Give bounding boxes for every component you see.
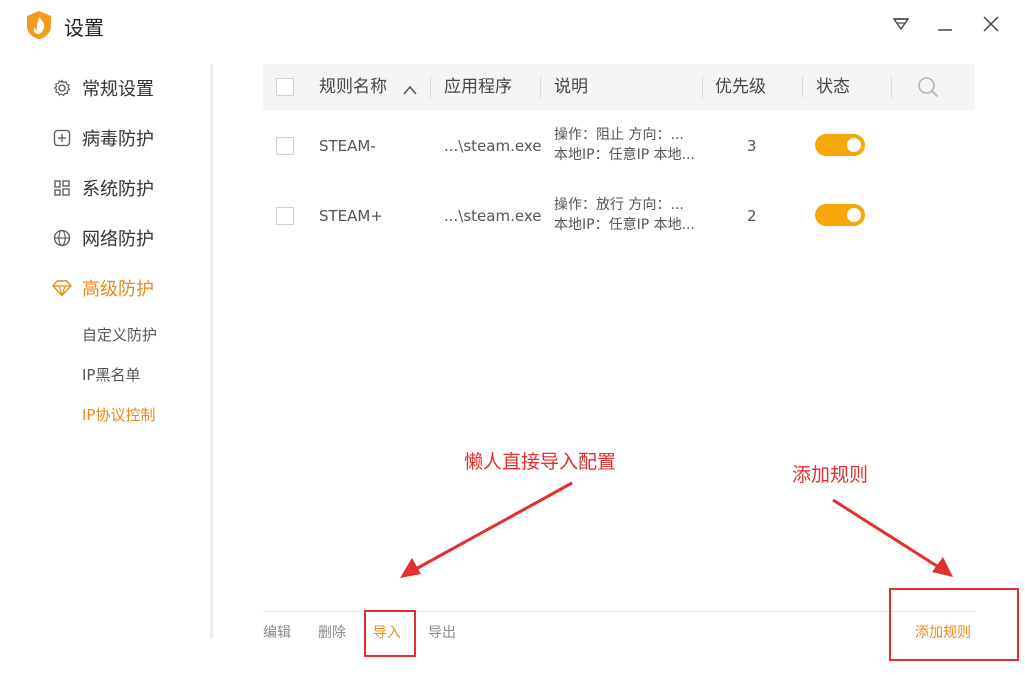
sidebar-item-label: 系统防护: [82, 179, 154, 200]
sidebar-subitem-ip-blacklist[interactable]: IP黑名单: [82, 364, 140, 385]
rule-desc-line1: 操作：放行 方向：...: [554, 197, 684, 213]
rule-priority: 3: [747, 137, 757, 155]
sidebar-item-virus[interactable]: 病毒防护: [52, 123, 154, 153]
sidebar-item-label: 常规设置: [82, 79, 154, 100]
import-arrow: [400, 481, 573, 578]
sidebar-subitem-custom[interactable]: 自定义防护: [82, 324, 157, 345]
search-icon[interactable]: [917, 76, 939, 102]
sidebar-item-label: 高级防护: [82, 279, 154, 300]
title-bar: 设置: [0, 0, 1025, 50]
rule-desc-line2: 本地IP：任意IP 本地...: [554, 147, 695, 163]
sidebar-item-network[interactable]: 网络防护: [52, 223, 154, 253]
column-separator: [891, 76, 892, 98]
rule-desc-line1: 操作：阻止 方向：...: [554, 127, 684, 143]
settings-window: 设置 常规设置 病毒防护 系统防护 网络防护 高级防护 自定义防护 IP黑名单 …: [0, 0, 1025, 675]
close-icon[interactable]: [979, 12, 1003, 36]
add-rule-highlight-box: [889, 588, 1019, 661]
column-separator: [540, 76, 541, 98]
rule-app: ...\steam.exe: [444, 207, 542, 225]
column-header-priority: 优先级: [715, 77, 766, 97]
grid-icon: [52, 178, 72, 198]
rule-name: STEAM-: [319, 137, 376, 155]
sidebar-divider: [210, 64, 213, 638]
column-separator: [702, 76, 703, 98]
add-rule-arrow: [832, 498, 953, 577]
sidebar-item-system[interactable]: 系统防护: [52, 173, 154, 203]
rule-name: STEAM+: [319, 207, 383, 225]
table-row[interactable]: STEAM- ...\steam.exe 操作：阻止 方向：... 本地IP：任…: [263, 110, 975, 180]
import-annotation: 懒人直接导入配置: [464, 451, 617, 473]
column-header-app: 应用程序: [444, 77, 512, 97]
column-header-desc: 说明: [554, 77, 588, 97]
status-toggle[interactable]: [815, 134, 865, 156]
export-button[interactable]: 导出: [428, 622, 456, 642]
table-row[interactable]: STEAM+ ...\steam.exe 操作：放行 方向：... 本地IP：任…: [263, 180, 975, 250]
add-rule-annotation: 添加规则: [792, 464, 869, 486]
column-separator: [802, 76, 803, 98]
sidebar-subitem-ip-protocol[interactable]: IP协议控制: [82, 404, 155, 425]
rule-desc-line2: 本地IP：任意IP 本地...: [554, 217, 695, 233]
row-checkbox[interactable]: [276, 137, 294, 155]
globe-icon: [52, 228, 72, 248]
status-toggle[interactable]: [815, 204, 865, 226]
select-all-checkbox[interactable]: [276, 78, 294, 96]
sidebar-item-general[interactable]: 常规设置: [52, 73, 154, 103]
import-highlight-box: [364, 610, 416, 657]
sidebar-item-label: 网络防护: [82, 229, 154, 250]
column-separator: [430, 76, 431, 98]
row-checkbox[interactable]: [276, 207, 294, 225]
app-logo-icon: [26, 10, 52, 40]
rules-table: 规则名称 应用程序 说明 优先级 状态 STEAM- ...\steam.exe…: [263, 64, 975, 250]
rule-app: ...\steam.exe: [444, 137, 542, 155]
edit-button[interactable]: 编辑: [263, 622, 291, 642]
gear-icon: [52, 78, 72, 98]
rule-priority: 2: [747, 207, 757, 225]
column-header-name[interactable]: 规则名称: [319, 64, 387, 110]
window-title: 设置: [64, 16, 104, 40]
sidebar-item-label: 病毒防护: [82, 129, 154, 150]
delete-button[interactable]: 删除: [318, 622, 346, 642]
table-header: 规则名称 应用程序 说明 优先级 状态: [263, 64, 975, 110]
minimize-icon[interactable]: [933, 12, 957, 36]
sidebar-item-advanced[interactable]: 高级防护: [52, 273, 154, 303]
diamond-icon: [52, 278, 72, 298]
plus-box-icon: [52, 128, 72, 148]
dropdown-icon[interactable]: [889, 12, 913, 36]
column-header-status: 状态: [816, 77, 850, 97]
sort-asc-icon[interactable]: [403, 80, 417, 99]
